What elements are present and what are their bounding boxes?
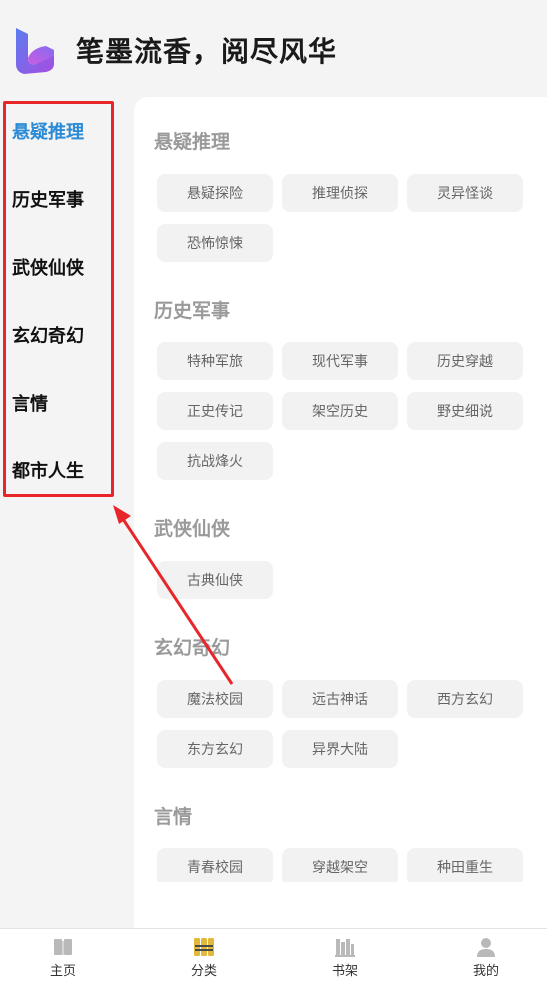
nav-label: 书架 <box>331 964 358 979</box>
category-icon <box>194 938 214 956</box>
section-title: 悬疑推理 <box>154 131 231 153</box>
tag-chip[interactable]: 抗战烽火 <box>157 442 273 480</box>
tag-chip[interactable]: 种田重生 <box>407 848 523 882</box>
nav-label: 分类 <box>190 964 217 979</box>
sidebar-item-romance[interactable]: 言情 <box>12 383 122 423</box>
sidebar-item-wuxia[interactable]: 武侠仙侠 <box>12 247 122 287</box>
section-title: 历史军事 <box>154 300 231 322</box>
nav-item-bookshelf[interactable]: 书架 <box>305 929 385 983</box>
section-title: 言情 <box>154 806 193 828</box>
content-bottom-spacer <box>134 882 547 928</box>
nav-label: 我的 <box>472 964 499 979</box>
tag-chip[interactable]: 恐怖惊悚 <box>157 224 273 262</box>
tag-chip[interactable]: 东方玄幻 <box>157 730 273 768</box>
sidebar-item-history[interactable]: 历史军事 <box>12 179 122 219</box>
tag-chip[interactable]: 架空历史 <box>282 392 398 430</box>
tag-chip[interactable]: 异界大陆 <box>282 730 398 768</box>
tag-chip[interactable]: 特种军旅 <box>157 342 273 380</box>
tag-chip[interactable]: 正史传记 <box>157 392 273 430</box>
tag-chip[interactable]: 西方玄幻 <box>407 680 523 718</box>
book-open-icon <box>54 939 72 955</box>
nav-item-profile[interactable]: 我的 <box>446 929 526 983</box>
app-logo-icon <box>16 28 54 74</box>
nav-item-category[interactable]: 分类 <box>164 929 244 983</box>
tag-chip[interactable]: 远古神话 <box>282 680 398 718</box>
bottom-navigation: 主页 分类 书架 我的 <box>0 928 547 983</box>
app-title: 笔墨流香，阅尽风华 <box>76 35 338 68</box>
app-header: 笔墨流香，阅尽风华 <box>0 0 547 100</box>
tag-chip[interactable]: 历史穿越 <box>407 342 523 380</box>
tag-chip[interactable]: 魔法校园 <box>157 680 273 718</box>
tag-chip[interactable]: 灵异怪谈 <box>407 174 523 212</box>
tag-chip[interactable]: 悬疑探险 <box>157 174 273 212</box>
section-title: 玄幻奇幻 <box>154 637 231 659</box>
tag-chip[interactable]: 推理侦探 <box>282 174 398 212</box>
section-title: 武侠仙侠 <box>154 518 231 540</box>
bookshelf-icon <box>335 939 355 957</box>
tag-chip[interactable]: 古典仙侠 <box>157 561 273 599</box>
tag-chip[interactable]: 穿越架空 <box>282 848 398 882</box>
nav-label: 主页 <box>49 964 76 979</box>
nav-item-home[interactable]: 主页 <box>23 929 103 983</box>
tag-chip[interactable]: 青春校园 <box>157 848 273 882</box>
category-content-panel: 悬疑推理 悬疑探险 推理侦探 灵异怪谈 恐怖惊悚 历史军事 特种军旅 现代军事 … <box>134 97 547 882</box>
sidebar-item-fantasy[interactable]: 玄幻奇幻 <box>12 315 122 355</box>
category-sidebar <box>0 98 134 928</box>
tag-chip[interactable]: 野史细说 <box>407 392 523 430</box>
user-icon <box>477 938 495 957</box>
sidebar-item-suspense[interactable]: 悬疑推理 <box>12 111 122 151</box>
tag-chip[interactable]: 现代军事 <box>282 342 398 380</box>
sidebar-item-urban[interactable]: 都市人生 <box>12 450 122 490</box>
